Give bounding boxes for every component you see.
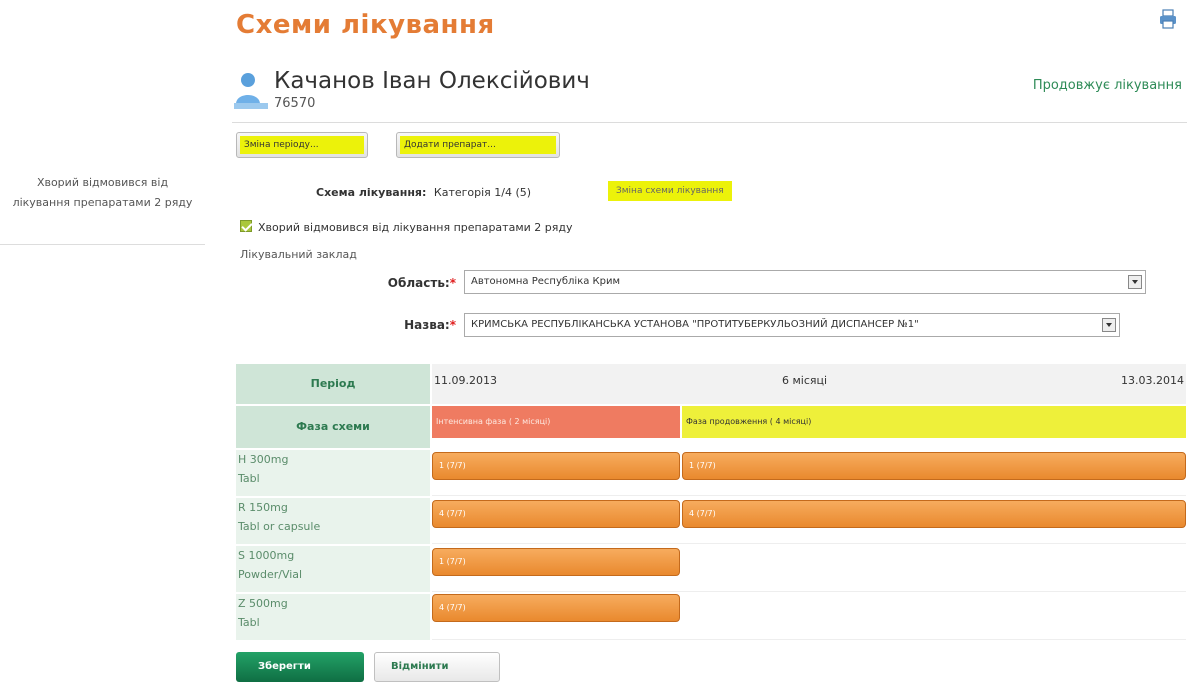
facility-name-label: Назва: — [404, 318, 450, 332]
facility-value: КРИМСЬКА РЕСПУБЛІКАНСЬКА УСТАНОВА "ПРОТИ… — [471, 319, 919, 330]
drug-label: H 300mg Tabl — [236, 450, 430, 496]
drug-form: Tabl — [238, 472, 260, 485]
scheme-label: Схема лікування: — [316, 186, 427, 199]
user-icon — [234, 73, 268, 109]
drug-label: R 150mg Tabl or capsule — [236, 498, 430, 544]
dose-bar[interactable]: 1 (7/7) — [682, 452, 1186, 480]
drug-name: R 150mg — [238, 501, 288, 514]
intensive-phase: Інтенсивна фаза ( 2 місяці) — [432, 406, 680, 438]
required-marker: * — [449, 318, 456, 332]
region-label: Область: — [387, 276, 450, 290]
region-field-label: Область:* — [332, 276, 456, 290]
dose-bar[interactable]: 4 (7/7) — [682, 500, 1186, 528]
drug-name: Z 500mg — [238, 597, 288, 610]
refused-checkbox[interactable] — [240, 220, 252, 232]
end-date: 13.03.2014 — [1121, 374, 1184, 387]
divider — [232, 122, 1187, 123]
patient-id: 76570 — [274, 96, 316, 111]
chevron-down-icon[interactable] — [1128, 275, 1142, 289]
drug-label: S 1000mg Powder/Vial — [236, 546, 430, 592]
dose-bar[interactable]: 1 (7/7) — [432, 548, 680, 576]
drug-name: S 1000mg — [238, 549, 295, 562]
change-period-button[interactable]: Зміна періоду... — [236, 132, 368, 158]
dose-bar[interactable]: 4 (7/7) — [432, 500, 680, 528]
add-drug-button[interactable]: Додати препарат... — [396, 132, 560, 158]
drug-form: Tabl — [238, 616, 260, 629]
chevron-down-icon[interactable] — [1102, 318, 1116, 332]
change-scheme-link[interactable]: Зміна схеми лікування — [608, 181, 732, 201]
change-period-label: Зміна періоду... — [240, 136, 364, 154]
region-select[interactable]: Автономна Республіка Крим — [464, 270, 1146, 294]
duration: 6 місяці — [782, 374, 828, 387]
scheme-row: Схема лікування: Категорія 1/4 (5) — [316, 186, 531, 199]
save-button[interactable]: Зберегти — [236, 652, 364, 682]
dose-bar[interactable]: 4 (7/7) — [432, 594, 680, 622]
phase-header: Фаза схеми — [236, 406, 430, 448]
page-title: Схеми лікування — [236, 10, 495, 40]
refused-checkbox-row[interactable]: Хворий відмовився від лікування препарат… — [240, 220, 572, 234]
drug-label: Z 500mg Tabl — [236, 594, 430, 640]
treatment-schemes-page: Хворий відмовився від лікування препарат… — [0, 0, 1191, 684]
drug-form: Tabl or capsule — [238, 520, 321, 533]
start-date: 11.09.2013 — [434, 374, 497, 387]
schedule-grid: Період Фаза схеми 11.09.2013 6 місяці 13… — [236, 364, 1186, 640]
patient-name: Качанов Іван Олексійович — [274, 68, 590, 94]
facility-field-label: Назва:* — [352, 318, 456, 332]
add-drug-label: Додати препарат... — [400, 136, 556, 154]
required-marker: * — [449, 276, 456, 290]
drug-form: Powder/Vial — [238, 568, 303, 581]
side-note: Хворий відмовився від лікування препарат… — [0, 165, 205, 245]
facility-select[interactable]: КРИМСЬКА РЕСПУБЛІКАНСЬКА УСТАНОВА "ПРОТИ… — [464, 313, 1120, 337]
facility-section-label: Лікувальний заклад — [240, 248, 357, 261]
period-bar: 11.09.2013 6 місяці 13.03.2014 — [432, 364, 1186, 404]
scheme-value: Категорія 1/4 (5) — [433, 186, 532, 199]
cancel-button[interactable]: Відмінити — [374, 652, 500, 682]
main-content: Схеми лікування Качанов Іван Олексійович… — [232, 0, 1187, 684]
refused-checkbox-label: Хворий відмовився від лікування препарат… — [258, 221, 573, 234]
region-value: Автономна Республіка Крим — [471, 276, 621, 287]
period-header: Період — [236, 364, 430, 404]
continuation-phase: Фаза продовження ( 4 місяці) — [682, 406, 1186, 438]
dose-bar[interactable]: 1 (7/7) — [432, 452, 680, 480]
drug-name: H 300mg — [238, 453, 289, 466]
patient-header: Качанов Іван Олексійович 76570 Продовжує… — [234, 66, 1184, 118]
treatment-status: Продовжує лікування — [1032, 78, 1182, 93]
print-icon[interactable] — [1157, 8, 1179, 30]
